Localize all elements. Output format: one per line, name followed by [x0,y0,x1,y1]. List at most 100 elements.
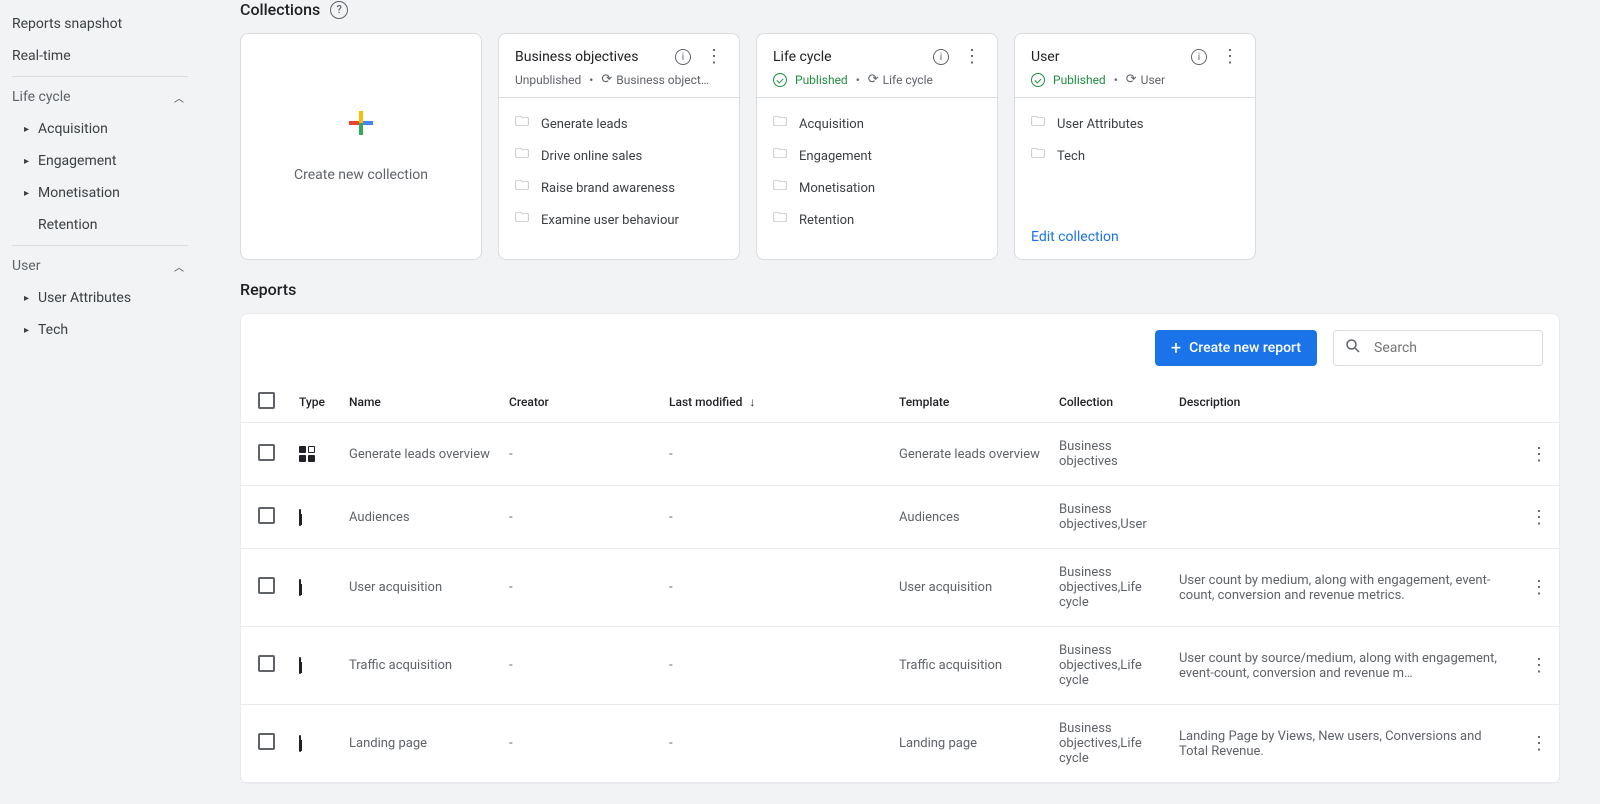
more-icon[interactable]: ⋮ [1221,48,1239,66]
collection-status: Unpublished [515,73,581,87]
row-more-icon[interactable]: ⋮ [1530,577,1548,598]
row-more-icon[interactable]: ⋮ [1530,444,1548,465]
sidebar-item[interactable]: Retention [0,209,200,241]
collection-title: Life cycle [773,49,832,65]
info-icon[interactable]: i [933,49,949,65]
folder-icon: 🗀 [515,207,529,231]
report-name: Landing page [341,705,501,783]
row-more-icon[interactable]: ⋮ [1530,507,1548,528]
sidebar-item[interactable]: ▸User Attributes [0,282,200,314]
row-checkbox[interactable] [258,577,275,594]
collections-heading: Collections ? [240,0,1560,19]
sort-arrow-icon: ↓ [749,395,755,409]
collection-title: Business objectives [515,49,638,65]
report-description: User count by source/medium, along with … [1179,651,1499,681]
more-icon[interactable]: ⋮ [705,48,723,66]
row-checkbox[interactable] [258,444,275,461]
reports-title: Reports [240,280,296,299]
folder-icon: 🗀 [515,175,529,199]
folder-icon: 🗀 [773,175,787,199]
collection-folder[interactable]: 🗀Examine user behaviour [515,204,723,236]
folder-icon: 🗀 [515,111,529,135]
table-row[interactable]: Traffic acquisition--Traffic acquisition… [241,627,1559,705]
row-more-icon[interactable]: ⋮ [1530,733,1548,754]
link-icon: ⟳ [601,72,612,87]
table-row[interactable]: Audiences--AudiencesBusiness objectives,… [241,486,1559,549]
sidebar-item[interactable]: ▸Tech [0,314,200,346]
sidebar-item[interactable]: Reports snapshot [0,8,200,40]
col-name[interactable]: Name [341,382,501,423]
folder-icon: 🗀 [1031,111,1045,135]
table-icon [299,735,301,752]
table-row[interactable]: Generate leads overview--Generate leads … [241,423,1559,486]
info-icon[interactable]: i [1191,49,1207,65]
sidebar: Reports snapshotReal-time Life cycle︿▸Ac… [0,0,200,804]
sidebar-item[interactable]: ▸Monetisation [0,177,200,209]
collection-folder[interactable]: 🗀Raise brand awareness [515,172,723,204]
plus-icon: + [1171,338,1181,359]
divider [12,245,188,246]
collection-card: Useri⋮Published•⟳User🗀User Attributes🗀Te… [1014,33,1256,260]
add-icon [349,111,373,135]
row-checkbox[interactable] [258,733,275,750]
table-row[interactable]: User acquisition--User acquisitionBusine… [241,549,1559,627]
collection-status: Published [1053,73,1106,87]
collection-link[interactable]: ⟳Life cycle [868,72,933,87]
row-checkbox[interactable] [258,507,275,524]
report-name: Traffic acquisition [341,627,501,705]
row-checkbox[interactable] [258,655,275,672]
collection-folder[interactable]: 🗀Tech [1031,140,1239,172]
row-more-icon[interactable]: ⋮ [1530,655,1548,676]
sidebar-item[interactable]: ▸Engagement [0,145,200,177]
search-box[interactable] [1333,330,1543,366]
link-icon: ⟳ [1126,72,1137,87]
table-icon [299,579,301,596]
chevron-up-icon: ︿ [174,259,184,274]
col-description[interactable]: Description [1171,382,1519,423]
reports-panel: + Create new report Type [240,313,1560,784]
create-report-label: Create new report [1189,340,1301,356]
sidebar-item[interactable]: ▸Acquisition [0,113,200,145]
info-icon[interactable]: i [675,49,691,65]
collection-card: Business objectivesi⋮Unpublished•⟳Busine… [498,33,740,260]
create-report-button[interactable]: + Create new report [1155,330,1317,366]
select-all-checkbox[interactable] [258,392,275,409]
report-name: Generate leads overview [341,423,501,486]
table-row[interactable]: Landing page--Landing pageBusiness objec… [241,705,1559,783]
folder-icon: 🗀 [773,111,787,135]
search-input[interactable] [1372,339,1554,357]
collection-folder[interactable]: 🗀Drive online sales [515,140,723,172]
collection-link[interactable]: ⟳Business object… [601,72,709,87]
collection-folder[interactable]: 🗀Generate leads [515,108,723,140]
more-icon[interactable]: ⋮ [963,48,981,66]
col-type[interactable]: Type [291,382,341,423]
divider [12,76,188,77]
help-icon[interactable]: ? [330,1,348,19]
col-last-modified[interactable]: Last modified ↓ [661,382,891,423]
search-icon [1344,337,1362,359]
collection-folder[interactable]: 🗀User Attributes [1031,108,1239,140]
collection-card: Life cyclei⋮Published•⟳Life cycle🗀Acquis… [756,33,998,260]
sidebar-group-header[interactable]: User︿ [0,250,200,282]
chevron-right-icon: ▸ [24,293,34,304]
collection-folder[interactable]: 🗀Engagement [773,140,981,172]
chevron-right-icon: ▸ [24,325,34,336]
col-creator[interactable]: Creator [501,382,661,423]
report-description: User count by medium, along with engagem… [1179,573,1499,603]
folder-icon: 🗀 [773,143,787,167]
col-collection[interactable]: Collection [1051,382,1171,423]
create-collection-card[interactable]: Create new collection [240,33,482,260]
reports-heading: Reports [240,280,1560,299]
collection-link[interactable]: ⟳User [1126,72,1165,87]
collections-title: Collections [240,0,320,19]
folder-icon: 🗀 [515,143,529,167]
edit-collection-link[interactable]: Edit collection [1031,229,1119,245]
chevron-up-icon: ︿ [174,90,184,105]
col-template[interactable]: Template [891,382,1051,423]
main: Collections ? Create new collection Busi… [200,0,1600,804]
collection-folder[interactable]: 🗀Monetisation [773,172,981,204]
collection-folder[interactable]: 🗀Acquisition [773,108,981,140]
sidebar-group-header[interactable]: Life cycle︿ [0,81,200,113]
sidebar-item[interactable]: Real-time [0,40,200,72]
collection-folder[interactable]: 🗀Retention [773,204,981,236]
